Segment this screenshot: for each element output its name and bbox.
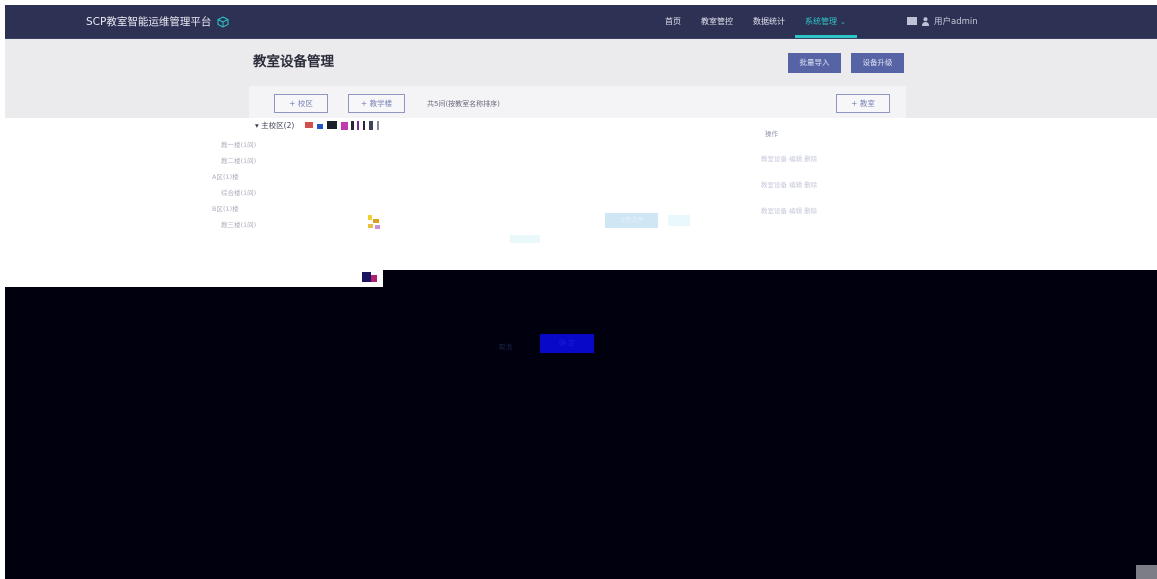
render-artifact [371,275,377,282]
tree-item[interactable]: 综合楼(1间) [221,187,256,197]
user-area: 用户admin [907,15,978,27]
ghost-element [668,215,690,226]
app-window: SCP教室智能运维管理平台 首页 教室管控 数据统计 系统管理 ⌄ 用户admin… [5,5,1157,579]
dialog-confirm-button[interactable]: 确 定 [540,334,594,353]
tree-item[interactable]: 教一楼(1间) [221,139,256,149]
toolbar-card: + 校区 + 教学楼 共5间(按教室名称排序) + 教室 [249,86,906,118]
render-artifact [373,219,379,223]
render-artifact [377,121,379,130]
render-artifact [317,124,323,129]
mail-icon[interactable] [907,17,917,25]
nav-system-management-label: 系统管理 [805,17,837,26]
render-artifact [305,122,313,128]
operation-column-header: 操作 [765,130,778,138]
render-artifact [363,121,365,130]
row-actions[interactable]: 教室设备 编辑 删除 [761,205,817,215]
user-name[interactable]: 用户admin [934,15,978,27]
upload-button-ghost[interactable]: 上传文件 [605,213,658,228]
add-building-button[interactable]: + 教学楼 [348,94,405,113]
page-header-area: 教室设备管理 批量导入 设备升级 + 校区 + 教学楼 共5间(按教室名称排序)… [5,39,1157,118]
content-band-bottom [5,270,383,287]
dialog-cancel-button[interactable]: 取消 [499,341,512,351]
tree-item[interactable]: A区(1)楼 [212,171,239,181]
upload-button-label: 上传文件 [619,217,644,224]
render-artifact [341,122,348,130]
row-actions[interactable]: 教室设备 编辑 删除 [761,179,817,189]
content-band: ▾ 主校区(2) 教一楼(1间) 教二楼(1间) A区(1)楼 综合楼(1间) … [5,118,1157,270]
cube-icon [217,15,229,28]
tree-item[interactable]: 教二楼(1间) [221,155,256,165]
row-actions[interactable]: 教室设备 编辑 删除 [761,153,817,163]
top-navbar: SCP教室智能运维管理平台 首页 教室管控 数据统计 系统管理 ⌄ 用户admin [5,5,1157,38]
add-classroom-button[interactable]: + 教室 [836,94,890,113]
render-artifact [368,215,372,220]
render-artifact [375,225,380,229]
nav-system-management[interactable]: 系统管理 ⌄ [805,16,846,27]
render-artifact [362,272,371,282]
ghost-element [510,235,540,243]
chevron-down-icon: ⌄ [840,18,846,26]
page-title: 教室设备管理 [253,54,334,70]
tree-item[interactable]: 教三楼(1间) [221,219,256,229]
nav-home[interactable]: 首页 [665,16,681,27]
render-artifact [327,121,337,129]
brand: SCP教室智能运维管理平台 [86,14,229,29]
scroll-corner [1136,565,1157,579]
nav-statistics[interactable]: 数据统计 [753,16,785,27]
render-artifact [368,224,373,228]
app-title: SCP教室智能运维管理平台 [86,16,212,28]
render-artifact [357,121,359,130]
batch-import-button[interactable]: 批量导入 [788,53,841,73]
room-count: 共5间(按教室名称排序) [427,100,500,108]
render-artifact [369,121,373,130]
tree-root-campus[interactable]: ▾ 主校区(2) [255,120,294,131]
render-artifact [351,121,354,130]
device-upgrade-button[interactable]: 设备升级 [851,53,904,73]
tree-item[interactable]: B区(1)楼 [212,203,239,213]
add-campus-button[interactable]: + 校区 [274,94,328,113]
tree-root-label: 主校区(2) [261,121,295,130]
user-icon [922,16,929,26]
nav-classroom-control[interactable]: 教室管控 [701,16,733,27]
